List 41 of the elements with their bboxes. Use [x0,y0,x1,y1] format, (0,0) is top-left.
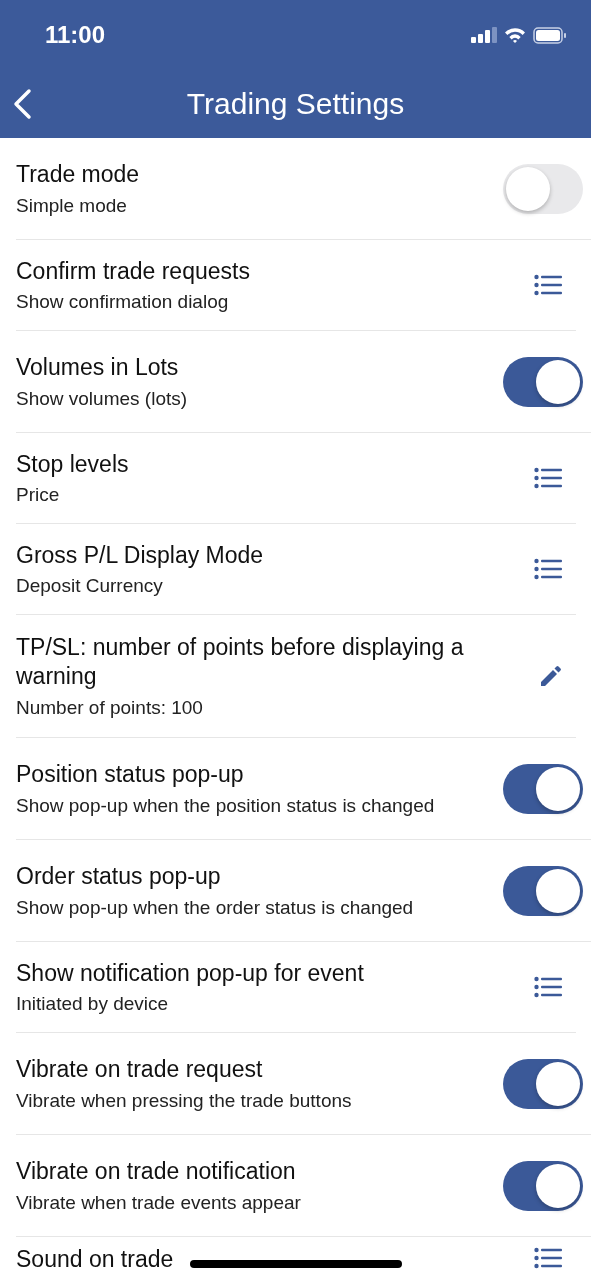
list-icon[interactable] [534,274,562,296]
setting-title: Trade mode [16,160,140,189]
setting-value: Show volumes (lots) [16,387,188,410]
setting-value: Number of points: 100 [16,696,203,719]
toggle-switch[interactable] [503,1160,583,1211]
setting-value: Show pop-up when the order status is changed [16,896,414,919]
list-icon[interactable] [534,1247,562,1269]
wifi-icon [504,27,526,43]
toggle-switch[interactable] [503,356,583,407]
toggle-switch[interactable] [503,763,583,814]
setting-value: Show pop-up when the position status is changed [16,794,435,817]
setting-value: Vibrate when trade events appear [16,1191,301,1214]
setting-value: Price [16,484,60,507]
setting-title: Stop levels [16,449,129,479]
status-time: 11:00 [45,21,106,49]
setting-title: Sound on trade [16,1247,174,1273]
list-icon[interactable] [534,467,562,489]
setting-title: TP/SL: number of points before displaying a warning [16,633,465,691]
page-title: Trading Settings [186,87,405,121]
setting-value: Simple mode [16,194,127,217]
setting-title: Position status pop-up [16,760,244,789]
back-icon[interactable] [12,88,32,120]
pencil-icon[interactable] [540,665,562,687]
toggle-switch[interactable] [503,865,583,916]
signal-icon [471,27,497,43]
setting-value: Deposit Currency [16,575,163,598]
setting-title: Gross P/L Display Mode [16,540,264,570]
setting-value: Vibrate when pressing the trade buttons [16,1089,352,1112]
toggle-switch[interactable] [503,163,583,214]
setting-title: Confirm trade requests [16,256,250,286]
setting-value: Show confirmation dialog [16,291,229,314]
setting-title: Show notification pop-up for event [16,958,364,988]
list-icon[interactable] [534,558,562,580]
setting-value: Initiated by device [16,993,169,1016]
toggle-switch[interactable] [503,1058,583,1109]
setting-title: Vibrate on trade notification [16,1157,296,1186]
setting-title: Order status pop-up [16,862,221,891]
list-icon[interactable] [534,976,562,998]
setting-title: Vibrate on trade request [16,1055,263,1084]
setting-title: Volumes in Lots [16,353,179,382]
battery-icon [533,26,567,44]
